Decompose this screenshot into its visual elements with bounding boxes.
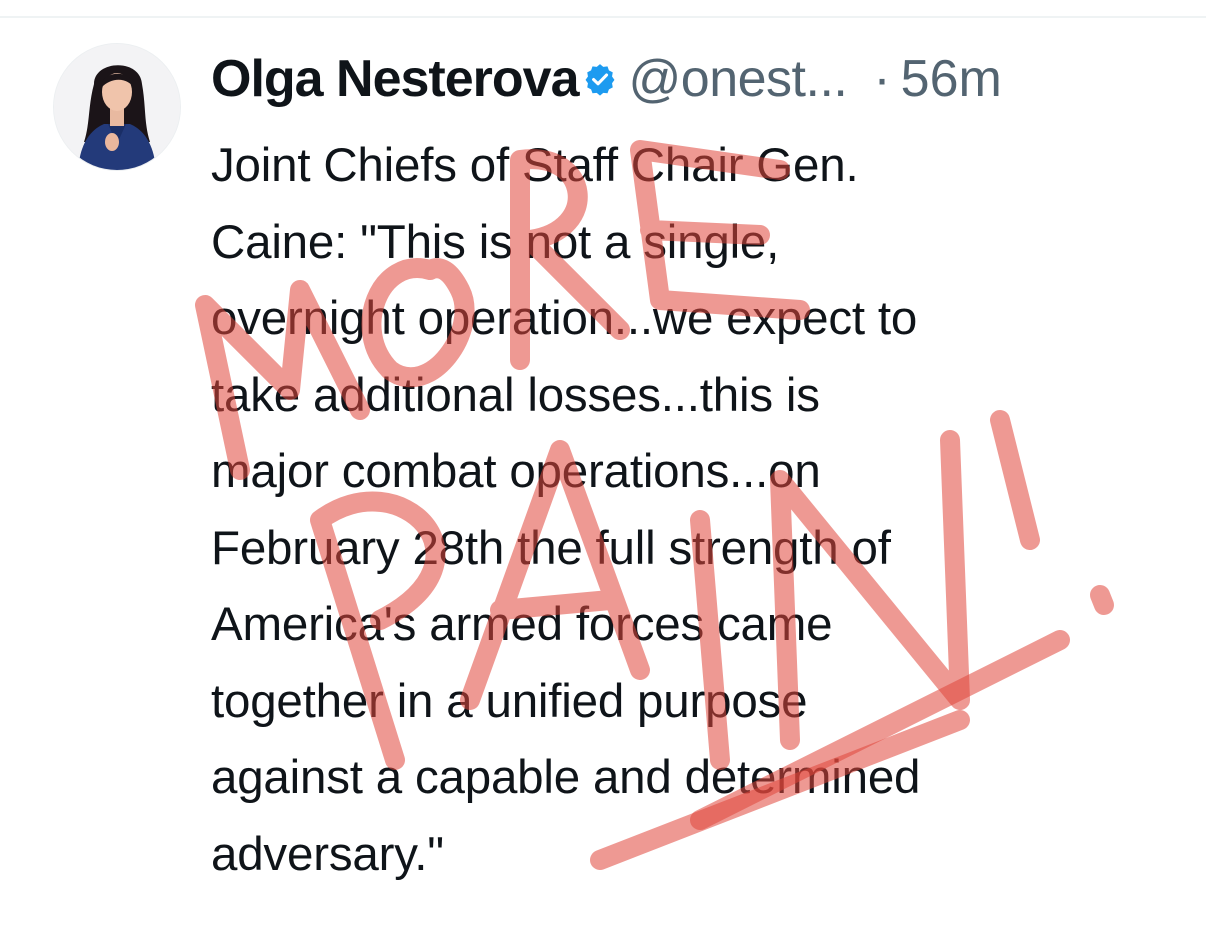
avatar-photo — [54, 44, 180, 170]
post[interactable]: Olga Nesterova @onest... · 56m Joint Chi… — [0, 0, 1206, 931]
post-text: Joint Chiefs of Staff Chair Gen. Caine: … — [211, 139, 921, 881]
author-display-name[interactable]: Olga Nesterova — [211, 49, 579, 109]
author-handle[interactable]: @onest... — [629, 49, 848, 109]
separator-dot: · — [873, 50, 891, 108]
verified-badge-icon — [583, 62, 617, 96]
avatar[interactable] — [54, 44, 180, 170]
post-timestamp[interactable]: 56m — [901, 49, 1002, 109]
post-header: Olga Nesterova @onest... · 56m — [211, 44, 1002, 114]
